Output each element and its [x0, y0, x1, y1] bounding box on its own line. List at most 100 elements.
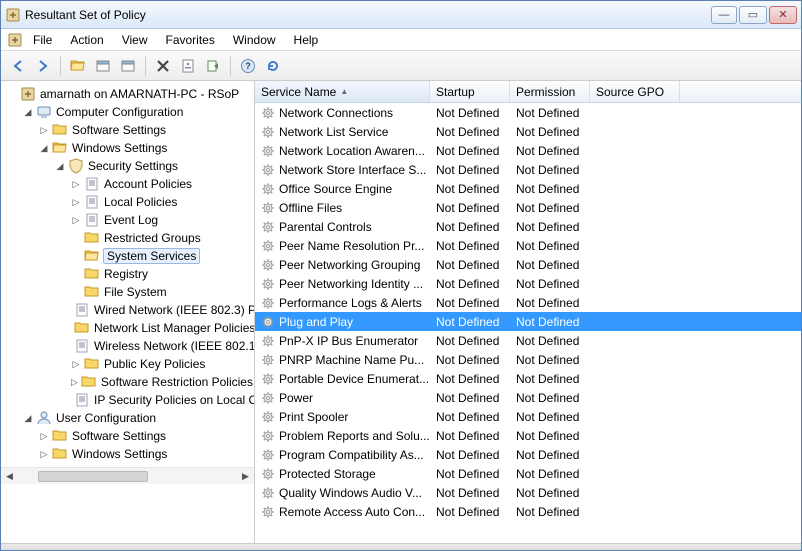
list-item[interactable]: Peer Networking Identity ...Not DefinedN… [255, 274, 801, 293]
export-list-button[interactable] [202, 55, 224, 77]
expander-icon[interactable]: ▷ [71, 179, 81, 189]
expander-icon[interactable]: ▷ [39, 125, 49, 135]
tree-file-system[interactable]: File System [71, 283, 254, 301]
list-item[interactable]: Plug and PlayNot DefinedNot Defined [255, 312, 801, 331]
menu-action[interactable]: Action [62, 31, 111, 49]
list-item[interactable]: Peer Networking GroupingNot DefinedNot D… [255, 255, 801, 274]
toolbar-separator [145, 56, 146, 76]
list-item[interactable]: PnP-X IP Bus EnumeratorNot DefinedNot De… [255, 331, 801, 350]
gear-icon [261, 296, 275, 310]
system-menu-icon[interactable] [7, 32, 23, 48]
service-name: Peer Networking Identity ... [279, 277, 423, 291]
tree-account-policies[interactable]: ▷Account Policies [71, 175, 254, 193]
menu-favorites[interactable]: Favorites [158, 31, 223, 49]
expander-icon[interactable]: ◢ [23, 413, 33, 423]
tree-wired-network[interactable]: Wired Network (IEEE 802.3) Policies [71, 301, 254, 319]
folder-icon [52, 446, 68, 462]
tree-event-log[interactable]: ▷Event Log [71, 211, 254, 229]
tree-root[interactable]: amarnath on AMARNATH-PC - RSoP [7, 85, 254, 103]
expander-icon[interactable]: ▷ [71, 215, 81, 225]
tree-software-settings[interactable]: ▷Software Settings [39, 121, 254, 139]
tree-public-key-policies[interactable]: ▷Public Key Policies [71, 355, 254, 373]
list-item[interactable]: Quality Windows Audio V...Not DefinedNot… [255, 483, 801, 502]
list-item[interactable]: Print SpoolerNot DefinedNot Defined [255, 407, 801, 426]
delete-button[interactable] [152, 55, 174, 77]
tree-registry[interactable]: Registry [71, 265, 254, 283]
list-item[interactable]: Protected StorageNot DefinedNot Defined [255, 464, 801, 483]
tree-user-software-settings[interactable]: ▷Software Settings [39, 427, 254, 445]
service-permission: Not Defined [510, 315, 590, 329]
titlebar[interactable]: Resultant Set of Policy — ▭ ✕ [1, 1, 801, 29]
tree-network-list-manager[interactable]: Network List Manager Policies [71, 319, 254, 337]
list-item[interactable]: Network ConnectionsNot DefinedNot Define… [255, 103, 801, 122]
service-startup: Not Defined [430, 334, 510, 348]
tree-horizontal-scrollbar[interactable]: ◀ ▶ [1, 467, 254, 484]
column-source-gpo[interactable]: Source GPO [590, 81, 680, 102]
services-list-view[interactable]: Service Name▲ Startup Permission Source … [255, 81, 801, 543]
expander-icon[interactable]: ◢ [55, 161, 65, 171]
menu-view[interactable]: View [114, 31, 156, 49]
expander-icon[interactable]: ▷ [71, 377, 78, 387]
list-item[interactable]: Network List ServiceNot DefinedNot Defin… [255, 122, 801, 141]
column-permission[interactable]: Permission [510, 81, 590, 102]
column-service-name[interactable]: Service Name▲ [255, 81, 430, 102]
menu-help[interactable]: Help [286, 31, 327, 49]
menu-window[interactable]: Window [225, 31, 284, 49]
tree-user-windows-settings[interactable]: ▷Windows Settings [39, 445, 254, 463]
list-item[interactable]: Performance Logs & AlertsNot DefinedNot … [255, 293, 801, 312]
service-startup: Not Defined [430, 372, 510, 386]
expander-icon[interactable]: ▷ [71, 197, 81, 207]
list-item[interactable]: PNRP Machine Name Pu...Not DefinedNot De… [255, 350, 801, 369]
column-startup[interactable]: Startup [430, 81, 510, 102]
tree-local-policies[interactable]: ▷Local Policies [71, 193, 254, 211]
help-button[interactable] [237, 55, 259, 77]
list-item[interactable]: Problem Reports and Solu...Not DefinedNo… [255, 426, 801, 445]
service-name: Peer Name Resolution Pr... [279, 239, 424, 253]
tree-computer-configuration[interactable]: ◢ Computer Configuration [23, 103, 254, 121]
tree-ip-security-policies[interactable]: IP Security Policies on Local Computer [71, 391, 254, 409]
tree-software-restriction-policies[interactable]: ▷Software Restriction Policies [71, 373, 254, 391]
expander-icon[interactable]: ◢ [23, 107, 33, 117]
list-item[interactable]: Program Compatibility As...Not DefinedNo… [255, 445, 801, 464]
list-item[interactable]: Offline FilesNot DefinedNot Defined [255, 198, 801, 217]
gear-icon [261, 239, 275, 253]
scroll-left-icon[interactable]: ◀ [1, 469, 18, 484]
console-tree[interactable]: amarnath on AMARNATH-PC - RSoP ◢ Compute… [1, 81, 255, 543]
properties-button[interactable] [177, 55, 199, 77]
scroll-right-icon[interactable]: ▶ [237, 469, 254, 484]
scroll-thumb[interactable] [38, 471, 148, 482]
new-window-button[interactable] [117, 55, 139, 77]
tree-restricted-groups[interactable]: Restricted Groups [71, 229, 254, 247]
list-item[interactable]: Office Source EngineNot DefinedNot Defin… [255, 179, 801, 198]
list-item[interactable]: Remote Access Auto Con...Not DefinedNot … [255, 502, 801, 521]
tree-system-services[interactable]: System Services [71, 247, 254, 265]
minimize-button[interactable]: — [711, 6, 737, 24]
folder-icon [81, 374, 97, 390]
show-hide-tree-button[interactable] [92, 55, 114, 77]
close-button[interactable]: ✕ [769, 6, 797, 24]
menu-file[interactable]: File [25, 31, 60, 49]
tree-windows-settings[interactable]: ◢Windows Settings [39, 139, 254, 157]
list-item[interactable]: Network Location Awaren...Not DefinedNot… [255, 141, 801, 160]
tree-security-settings[interactable]: ◢Security Settings [55, 157, 254, 175]
up-one-level-button[interactable] [67, 55, 89, 77]
list-item[interactable]: Peer Name Resolution Pr...Not DefinedNot… [255, 236, 801, 255]
tree-user-configuration[interactable]: ◢User Configuration [23, 409, 254, 427]
forward-button[interactable] [32, 55, 54, 77]
service-permission: Not Defined [510, 125, 590, 139]
list-item[interactable]: PowerNot DefinedNot Defined [255, 388, 801, 407]
expander-icon[interactable]: ▷ [39, 431, 49, 441]
list-item[interactable]: Parental ControlsNot DefinedNot Defined [255, 217, 801, 236]
expander-icon[interactable]: ▷ [39, 449, 49, 459]
list-item[interactable]: Network Store Interface S...Not DefinedN… [255, 160, 801, 179]
tree-wireless-network[interactable]: Wireless Network (IEEE 802.11) Policies [71, 337, 254, 355]
maximize-button[interactable]: ▭ [739, 6, 767, 24]
service-startup: Not Defined [430, 144, 510, 158]
expander-icon[interactable]: ◢ [39, 143, 49, 153]
gear-icon [261, 467, 275, 481]
refresh-button[interactable] [262, 55, 284, 77]
back-button[interactable] [7, 55, 29, 77]
service-name: Quality Windows Audio V... [279, 486, 422, 500]
list-item[interactable]: Portable Device Enumerat...Not DefinedNo… [255, 369, 801, 388]
expander-icon[interactable]: ▷ [71, 359, 81, 369]
